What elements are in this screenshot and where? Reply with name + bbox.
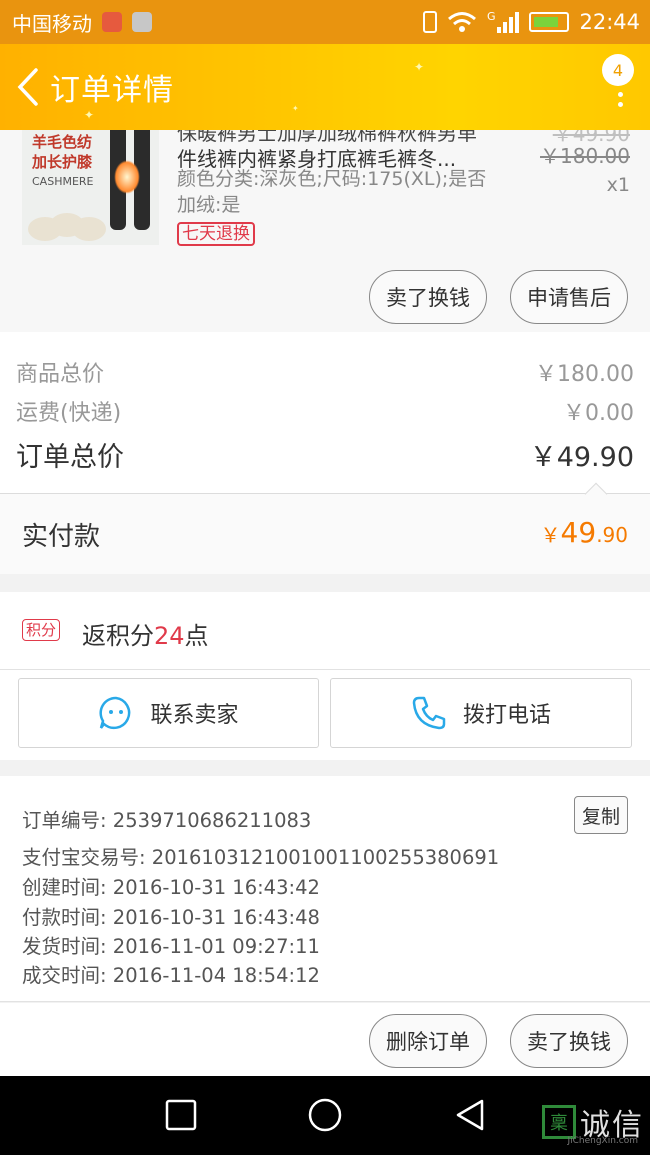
goods-total-label: 商品总价 [16, 362, 105, 387]
contact-seller-label: 联系卖家 [150, 703, 239, 728]
watermark-box: 稟 [542, 1105, 576, 1139]
system-nav-bar: 稟 诚信 JiChengXin.com [0, 1076, 650, 1155]
back-icon[interactable] [452, 1096, 488, 1134]
amount-integer: 49 [560, 516, 597, 549]
completed-time-label: 成交时间: [22, 964, 107, 987]
seven-day-return-badge: 七天退换 [177, 222, 255, 246]
copy-button[interactable]: 复制 [574, 796, 628, 834]
after-sale-button[interactable]: 申请售后 [510, 270, 628, 324]
delete-order-button[interactable]: 删除订单 [369, 1014, 487, 1068]
shipped-time-value: 2016-11-01 09:27:11 [112, 935, 320, 958]
points-suffix: 点 [184, 622, 209, 650]
app-header: 订单详情 ✦ ✦ ✦ 4 [0, 44, 650, 130]
vibrate-icon [422, 11, 437, 33]
actual-payment-label: 实付款 [22, 522, 101, 552]
alipay-number-label: 支付宝交易号: [22, 846, 146, 869]
currency-symbol: ￥ [540, 523, 561, 547]
home-icon[interactable] [305, 1096, 345, 1134]
contact-section: 联系卖家 拨打电话 [0, 670, 650, 760]
sell-for-cash-button[interactable]: 卖了换钱 [510, 1014, 628, 1068]
price-summary: 商品总价 ￥180.00 运费(快递) ￥0.00 订单总价 ￥49.90 [0, 332, 650, 494]
clock: 22:44 [579, 10, 640, 34]
points-badge: 积分 [22, 619, 61, 641]
goods-total-row: 商品总价 ￥180.00 [16, 356, 634, 388]
completed-time-row: 成交时间: 2016-11-04 18:54:12 [22, 959, 320, 988]
more-dots-icon [618, 92, 624, 112]
product-quantity: x1 [606, 174, 630, 196]
sheep-shape [72, 217, 106, 241]
image-notification-icon [132, 12, 152, 32]
battery-icon [529, 12, 570, 32]
points-amount: 24 [154, 622, 185, 650]
actual-payment-value: ￥49.90 [541, 516, 628, 549]
page-title: 订单详情 [50, 73, 174, 108]
paid-time-row: 付款时间: 2016-10-31 16:43:48 [22, 901, 320, 930]
thumbnail-text-1: 羊毛色纺 [32, 133, 93, 151]
phone-icon [412, 696, 446, 730]
network-type: G [486, 10, 496, 23]
signal-icon [497, 11, 520, 33]
order-info: 订单编号: 2539710686211083 复制 支付宝交易号: 201610… [0, 776, 650, 1002]
actual-payment-row: 实付款 ￥49.90 [0, 482, 650, 574]
sparkle-decoration: ✦ [414, 60, 425, 74]
recent-apps-icon[interactable] [164, 1096, 198, 1134]
alipay-number-value: 2016103121001001100255380691 [151, 846, 500, 869]
contact-seller-button[interactable]: 联系卖家 [18, 678, 319, 748]
thumbnail-text-2: 加长护膝 [32, 153, 93, 171]
order-total-row: 订单总价 ￥49.90 [16, 435, 634, 474]
shipping-row: 运费(快递) ￥0.00 [16, 395, 634, 427]
shipping-label: 运费(快递) [16, 401, 122, 426]
shipped-time-row: 发货时间: 2016-11-01 09:27:11 [22, 930, 320, 959]
mail-notification-icon [102, 12, 122, 32]
shipping-value: ￥0.00 [563, 401, 634, 426]
bottom-actions: 删除订单 卖了换钱 [0, 1003, 650, 1076]
watermark-domain: JiChengXin.com [567, 1136, 638, 1146]
sell-button[interactable]: 卖了换钱 [369, 270, 487, 324]
order-number-value: 2539710686211083 [112, 809, 312, 832]
shipped-time-label: 发货时间: [22, 935, 107, 958]
created-time-row: 创建时间: 2016-10-31 16:43:42 [22, 871, 320, 900]
order-total-label: 订单总价 [16, 442, 124, 473]
product-thumbnail[interactable]: 羊毛色纺 加长护膝 CASHMERE [22, 130, 159, 245]
thumbnail-caption: 羊毛色纺 加长护膝 CASHMERE [32, 132, 94, 192]
chat-icon [99, 696, 131, 730]
order-number-label: 订单编号: [22, 809, 107, 832]
call-phone-button[interactable]: 拨打电话 [330, 678, 632, 748]
amount-decimal: .90 [596, 523, 628, 547]
call-phone-label: 拨打电话 [462, 703, 551, 728]
original-price: ￥180.00 [540, 144, 630, 168]
carrier-name: 中国移动 [12, 11, 92, 36]
thumbnail-text-3: CASHMERE [32, 175, 94, 188]
points-prefix: 返积分 [82, 622, 154, 650]
product-card[interactable]: 羊毛色纺 加长护膝 CASHMERE 保暖裤男士加厚加绒棉裤秋裤男单 件线裤内裤… [0, 130, 650, 332]
points-text: 返积分24点 [82, 616, 209, 651]
more-menu-button[interactable]: 4 [600, 50, 636, 120]
points-row: 积分 返积分24点 [0, 592, 650, 670]
order-number-row: 订单编号: 2539710686211083 [22, 804, 311, 833]
completed-time-value: 2016-11-04 18:54:12 [112, 964, 320, 987]
notification-badge: 4 [602, 54, 634, 86]
sparkle-decoration: ✦ [292, 104, 299, 113]
back-arrow-icon[interactable] [8, 62, 48, 112]
wifi-icon [447, 12, 476, 32]
warmth-glow [114, 160, 140, 194]
product-title-line-1: 保暖裤男士加厚加绒棉裤秋裤男单 [177, 130, 477, 145]
status-bar: 中国移动 G 22:44 [0, 0, 650, 44]
product-spec: 颜色分类:深灰色;尺码:175(XL);是否加绒:是 [177, 168, 487, 216]
alipay-number-row: 支付宝交易号: 2016103121001001100255380691 [22, 841, 499, 870]
paid-time-label: 付款时间: [22, 906, 107, 929]
order-total-value: ￥49.90 [529, 442, 634, 473]
created-time-label: 创建时间: [22, 876, 107, 899]
goods-total-value: ￥180.00 [535, 362, 634, 387]
paid-time-value: 2016-10-31 16:43:48 [112, 906, 320, 929]
created-time-value: 2016-10-31 16:43:42 [112, 876, 320, 899]
sparkle-decoration: ✦ [84, 108, 95, 122]
